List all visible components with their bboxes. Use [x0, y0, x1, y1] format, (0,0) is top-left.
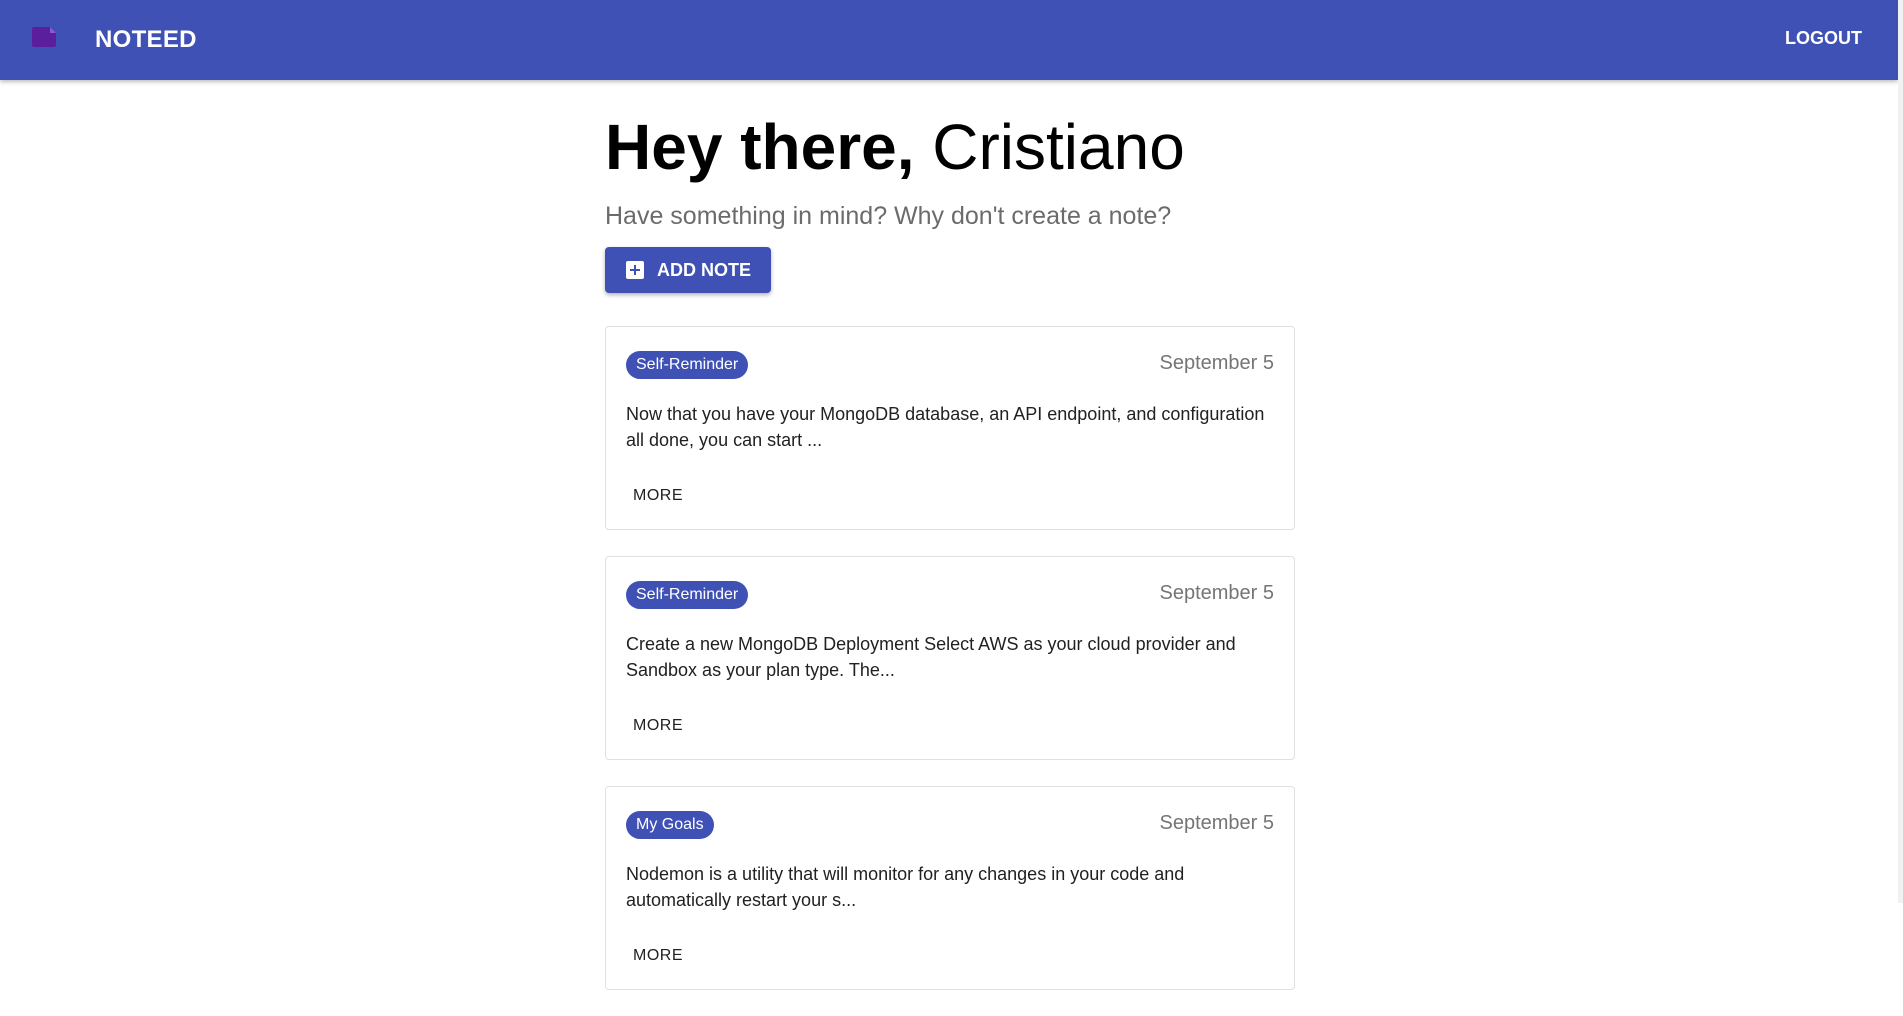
more-button[interactable]: MORE	[626, 713, 690, 739]
app-title[interactable]: NOTEED	[95, 26, 197, 54]
note-body: Nodemon is a utility that will monitor f…	[626, 864, 1185, 910]
note-tag[interactable]: My Goals	[626, 811, 714, 839]
note-body: Create a new MongoDB Deployment Select A…	[626, 634, 1236, 680]
subtitle: Have something in mind? Why don't create…	[605, 202, 1172, 230]
note-date: September 5	[1159, 582, 1274, 604]
logout-button[interactable]: LOGOUT	[1785, 28, 1862, 49]
note-date: September 5	[1159, 352, 1274, 374]
note-card: Self-Reminder September 5 Now that you h…	[605, 326, 1295, 530]
note-card: Self-Reminder September 5 Create a new M…	[605, 556, 1295, 760]
note-tag[interactable]: Self-Reminder	[626, 581, 749, 609]
note-body: Now that you have your MongoDB database,…	[626, 404, 1265, 450]
note-card: My Goals September 5 Nodemon is a utilit…	[605, 786, 1295, 990]
user-name: Cristiano	[932, 111, 1185, 183]
greeting-text: Hey there,	[605, 111, 915, 183]
add-note-label: ADD NOTE	[657, 259, 751, 280]
add-note-button[interactable]: ADD NOTE	[605, 247, 771, 293]
app-bar: NOTEED LOGOUT	[0, 0, 1898, 80]
add-box-icon	[626, 261, 644, 279]
greeting-heading: Hey there, Cristiano	[605, 110, 1295, 184]
more-button[interactable]: MORE	[626, 483, 690, 509]
note-icon[interactable]	[32, 27, 58, 47]
note-tag[interactable]: Self-Reminder	[626, 351, 749, 379]
note-date: September 5	[1159, 812, 1274, 834]
hero-section: Hey there, Cristiano Have something in m…	[605, 110, 1295, 293]
notes-list: Self-Reminder September 5 Now that you h…	[605, 326, 1295, 1016]
more-button[interactable]: MORE	[626, 943, 690, 969]
page-scrollbar[interactable]	[1898, 0, 1903, 903]
